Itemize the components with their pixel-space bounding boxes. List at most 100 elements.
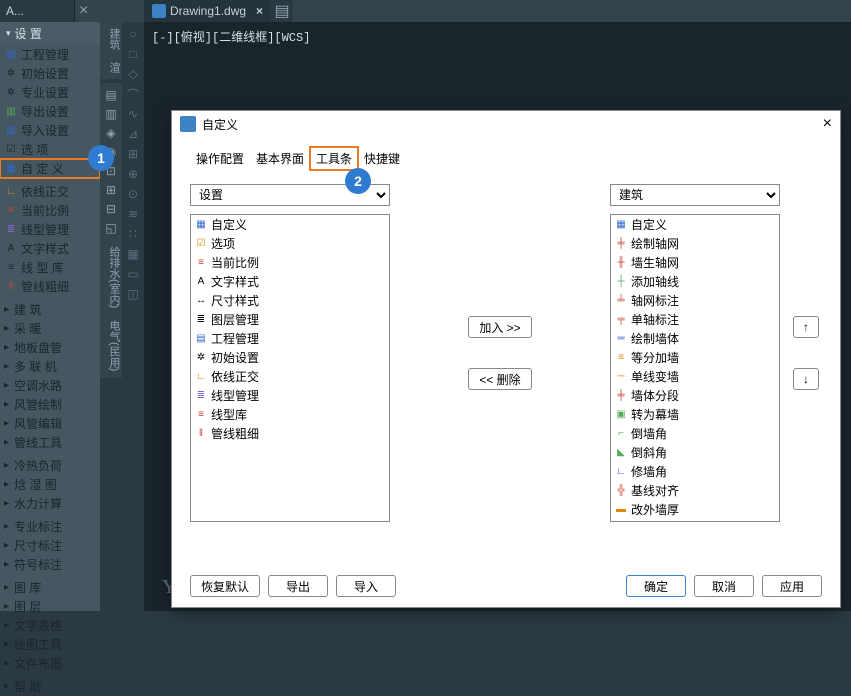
dialog-tab[interactable]: 快捷键 (358, 147, 406, 170)
tree-item[interactable]: ☑选 项 (0, 140, 100, 159)
list-item[interactable]: ╫墙生轴网 (611, 253, 779, 272)
toolbar-icon-button[interactable]: ▤ (103, 87, 119, 103)
list-item[interactable]: ⌐倒墙角 (611, 424, 779, 443)
list-item[interactable]: ◣倒斜角 (611, 443, 779, 462)
list-item[interactable]: ▦自定义 (191, 215, 389, 234)
toolbar-icon-button[interactable]: ⊙ (125, 186, 141, 202)
list-item[interactable]: ╤单轴标注 (611, 310, 779, 329)
toolbar-icon-button[interactable]: ⊞ (125, 146, 141, 162)
toolbar-icon-button[interactable]: ⊿ (125, 126, 141, 142)
tree-item[interactable]: ▸采 暖 (0, 319, 100, 338)
toolbar-icon-button[interactable]: ⊟ (103, 201, 119, 217)
tree-item[interactable]: ▸绘图工具 (0, 635, 100, 654)
dialog-close-button[interactable]: × (823, 115, 832, 133)
right-combo[interactable]: 建筑 (610, 184, 780, 206)
move-up-button[interactable]: ↑ (793, 316, 819, 338)
tree-item[interactable]: ▸空调水路 (0, 376, 100, 395)
settings-dropdown[interactable]: ▾ 设 置 (0, 22, 100, 45)
list-item[interactable]: ↔尺寸样式 (191, 291, 389, 310)
tree-item[interactable]: ✲专业设置 (0, 83, 100, 102)
file-tab-close-icon[interactable]: × (256, 4, 263, 18)
dialog-tab[interactable]: 基本界面 (250, 147, 310, 170)
export-button[interactable]: 导出 (268, 575, 328, 597)
list-item[interactable]: ╬基线对齐 (611, 481, 779, 500)
dialog-tab[interactable]: 操作配置 (190, 147, 250, 170)
list-item[interactable]: ≡当前比例 (191, 253, 389, 272)
toolbar-icon-button[interactable]: ▦ (125, 246, 141, 262)
tree-item[interactable]: ▸多 联 机 (0, 357, 100, 376)
toolbar-icon-button[interactable]: ⌒ (125, 86, 141, 102)
list-item[interactable]: ✲初始设置 (191, 348, 389, 367)
add-button[interactable]: 加入 >> (468, 316, 531, 338)
list-item[interactable]: ≡等分加墙 (611, 348, 779, 367)
tree-item[interactable]: ▸管线工具 (0, 433, 100, 452)
toolbar-icon-button[interactable]: ≋ (125, 206, 141, 222)
list-item[interactable]: ∟依线正交 (191, 367, 389, 386)
tree-item[interactable]: ‖管线粗细 (0, 277, 100, 296)
list-item[interactable]: ▣转为幕墙 (611, 405, 779, 424)
tree-item[interactable]: ▸风管绘制 (0, 395, 100, 414)
list-item[interactable]: ≣线型管理 (191, 386, 389, 405)
list-item[interactable]: ▤工程管理 (191, 329, 389, 348)
toolbar-icon-button[interactable]: ◈ (103, 125, 119, 141)
tree-item[interactable]: ▸文件布图 (0, 654, 100, 673)
tree-item[interactable]: ▸冷热负荷 (0, 456, 100, 475)
tree-item[interactable]: ▸尺寸标注 (0, 536, 100, 555)
vtoolbar-d-label[interactable]: 电气(民用) (100, 314, 122, 377)
toolbar-icon-button[interactable]: ▭ (125, 266, 141, 282)
toolbar-icon-button[interactable]: ◫ (125, 286, 141, 302)
tree-item[interactable]: ≡线 型 库 (0, 258, 100, 277)
list-item[interactable]: ╧轴网标注 (611, 291, 779, 310)
tree-item[interactable]: ▸专业标注 (0, 517, 100, 536)
tree-item[interactable]: ▸图 层 (0, 597, 100, 616)
toolbar-icon-button[interactable]: ⊞ (103, 182, 119, 198)
list-item[interactable]: A文字样式 (191, 272, 389, 291)
list-item[interactable]: ☑选项 (191, 234, 389, 253)
tree-item[interactable]: ▸文字表格 (0, 616, 100, 635)
toolbar-icon-button[interactable]: □ (125, 46, 141, 62)
toolbar-icon-button[interactable]: ⊕ (125, 166, 141, 182)
right-listbox[interactable]: ▦自定义╪绘制轴网╫墙生轴网┼添加轴线╧轴网标注╤单轴标注═绘制墙体≡等分加墙─… (610, 214, 780, 522)
dialog-tab[interactable]: 工具条 (310, 147, 358, 170)
new-file-tab-button[interactable]: ▤ (271, 0, 293, 22)
list-item[interactable]: ≣图层管理 (191, 310, 389, 329)
tree-item[interactable]: ▤工程管理 (0, 45, 100, 64)
panel-close-icon[interactable]: × (75, 0, 89, 22)
list-item[interactable]: ∟修墙角 (611, 462, 779, 481)
toolbar-icon-button[interactable]: ∷ (125, 226, 141, 242)
tree-item[interactable]: ▸水力计算 (0, 494, 100, 513)
restore-defaults-button[interactable]: 恢复默认 (190, 575, 260, 597)
toolbar-icon-button[interactable]: ◱ (103, 220, 119, 236)
vtoolbar-a-label[interactable]: 建筑 (100, 22, 122, 56)
left-listbox[interactable]: ▦自定义☑选项≡当前比例A文字样式↔尺寸样式≣图层管理▤工程管理✲初始设置∟依线… (190, 214, 390, 522)
list-item[interactable]: ≡线型库 (191, 405, 389, 424)
tree-item[interactable]: ▸地板盘管 (0, 338, 100, 357)
list-item[interactable]: ─单线变墙 (611, 367, 779, 386)
list-item[interactable]: ═绘制墙体 (611, 329, 779, 348)
list-item[interactable]: ╪绘制轴网 (611, 234, 779, 253)
toolbar-icon-button[interactable]: ◇ (125, 66, 141, 82)
tree-item[interactable]: ∟依线正交 (0, 182, 100, 201)
tree-item[interactable]: ▦自 定 义 (0, 159, 100, 178)
vtoolbar-b-label[interactable]: 渲 (100, 56, 122, 79)
list-item[interactable]: ▦自定义 (611, 215, 779, 234)
delete-button[interactable]: << 删除 (468, 368, 531, 390)
tree-item[interactable]: ▥导入设置 (0, 121, 100, 140)
import-button[interactable]: 导入 (336, 575, 396, 597)
list-item[interactable]: ┼添加轴线 (611, 272, 779, 291)
toolbar-icon-button[interactable]: ∿ (125, 106, 141, 122)
ok-button[interactable]: 确定 (626, 575, 686, 597)
tree-item[interactable]: ≣线型管理 (0, 220, 100, 239)
tree-item[interactable]: ≡当前比例 (0, 201, 100, 220)
apply-button[interactable]: 应用 (762, 575, 822, 597)
cancel-button[interactable]: 取消 (694, 575, 754, 597)
tree-item[interactable]: ▥导出设置 (0, 102, 100, 121)
tree-item[interactable]: ▸风管编辑 (0, 414, 100, 433)
list-item[interactable]: ↕改高度 (611, 519, 779, 522)
tree-item[interactable]: ▸帮 助 (0, 677, 100, 696)
toolbar-icon-button[interactable]: ○ (125, 26, 141, 42)
file-tab-current[interactable]: Drawing1.dwg × (144, 0, 271, 22)
tree-item[interactable]: ✲初始设置 (0, 64, 100, 83)
tree-item[interactable]: ▸图 库 (0, 578, 100, 597)
move-down-button[interactable]: ↓ (793, 368, 819, 390)
